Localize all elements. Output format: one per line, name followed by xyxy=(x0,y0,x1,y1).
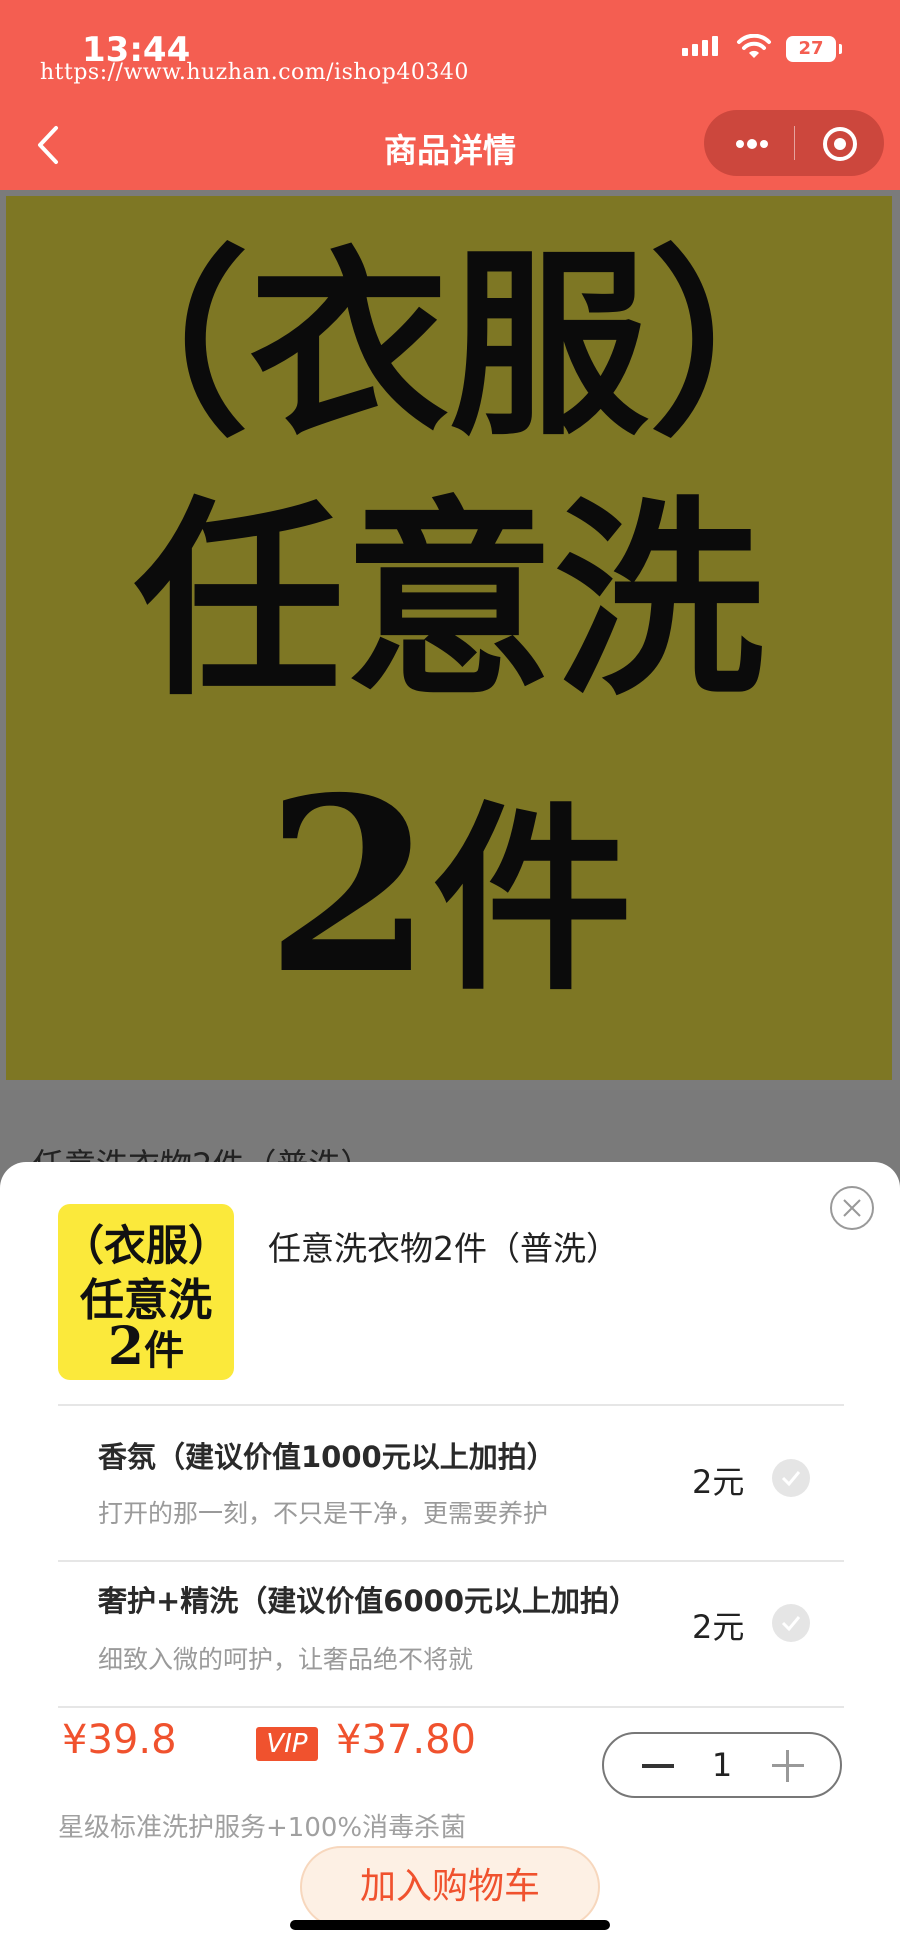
option-desc: 细致入微的呵护，让奢品绝不将就 xyxy=(98,1645,474,1674)
quantity-stepper: 1 xyxy=(602,1732,842,1798)
divider xyxy=(58,1560,844,1562)
battery-indicator: 27 xyxy=(786,36,842,62)
service-note: 星级标准洗护服务+100%消毒杀菌 xyxy=(58,1813,467,1843)
product-hero-image: （衣服） 任意洗 2件 xyxy=(0,190,900,1090)
more-icon[interactable] xyxy=(732,134,772,154)
product-name: 任意洗衣物2件（普洗） xyxy=(268,1229,619,1268)
spec-bottom-sheet: （衣服） 任意洗 2件 任意洗衣物2件（普洗） 香氛（建议价值1000元以上加拍… xyxy=(0,1162,900,1947)
top-bar: 13:44 https://www.huzhan.com/ishop40340 … xyxy=(0,0,900,190)
divider xyxy=(58,1404,844,1406)
check-icon[interactable] xyxy=(772,1459,810,1497)
close-icon xyxy=(843,1199,861,1217)
wifi-icon xyxy=(737,34,771,58)
check-icon[interactable] xyxy=(772,1604,810,1642)
product-thumbnail: （衣服） 任意洗 2件 xyxy=(58,1204,234,1380)
option-price: 2元 xyxy=(692,1608,745,1646)
close-miniprogram-icon[interactable] xyxy=(820,124,860,164)
price: ¥39.8 xyxy=(62,1717,177,1763)
divider xyxy=(58,1706,844,1708)
home-indicator xyxy=(290,1920,610,1930)
close-button[interactable] xyxy=(830,1186,874,1230)
mini-program-capsule xyxy=(704,110,884,176)
vip-price: ¥37.80 xyxy=(336,1717,476,1763)
watermark: https://www.huzhan.com/ishop40340 xyxy=(40,60,469,85)
option-price: 2元 xyxy=(692,1463,745,1501)
signal-icon xyxy=(682,36,722,56)
hero-line-3: 2件 xyxy=(265,745,633,1027)
quantity-value[interactable]: 1 xyxy=(604,1746,840,1784)
increase-button[interactable] xyxy=(772,1750,804,1782)
option-title: 奢护+精洗（建议价值6000元以上加拍） xyxy=(98,1584,639,1618)
hero-line-2: 任意洗 xyxy=(133,477,764,724)
add-to-cart-button[interactable]: 加入购物车 xyxy=(300,1846,600,1928)
option-title: 香氛（建议价值1000元以上加拍） xyxy=(98,1440,556,1474)
option-desc: 打开的那一刻，不只是干净，更需要养护 xyxy=(98,1499,549,1528)
vip-badge: VIP xyxy=(256,1727,318,1761)
hero-line-1: （衣服） xyxy=(48,228,849,463)
